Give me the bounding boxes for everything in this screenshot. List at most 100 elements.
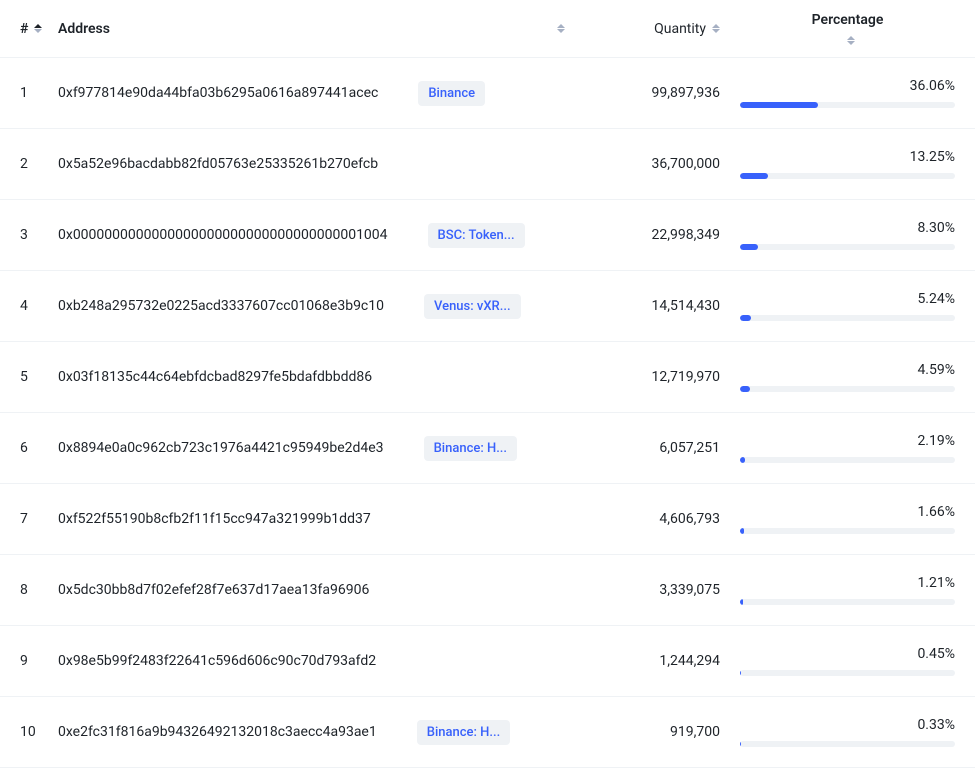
rank-cell: 2 bbox=[0, 156, 50, 172]
quantity-cell: 14,514,430 bbox=[585, 298, 740, 314]
sort-up-icon bbox=[557, 24, 565, 28]
progress-bar bbox=[740, 457, 955, 463]
percentage-cell: 0.33% bbox=[740, 717, 975, 747]
rank-cell: 7 bbox=[0, 511, 50, 527]
quantity-cell: 919,700 bbox=[585, 724, 740, 740]
address-cell: 0x00000000000000000000000000000000000010… bbox=[50, 223, 585, 248]
table-row: 6 0x8894e0a0c962cb723c1976a4421c95949be2d… bbox=[0, 413, 975, 484]
address-text[interactable]: 0x98e5b99f2483f22641c596d606c90c70d793af… bbox=[58, 653, 376, 669]
address-cell: 0x5a52e96bacdabb82fd05763e25335261b270ef… bbox=[50, 156, 585, 172]
address-cell: 0x98e5b99f2483f22641c596d606c90c70d793af… bbox=[50, 653, 585, 669]
progress-fill bbox=[740, 315, 751, 321]
progress-bar bbox=[740, 386, 955, 392]
progress-bar bbox=[740, 173, 955, 179]
progress-fill bbox=[740, 457, 745, 463]
header-quantity[interactable]: Quantity bbox=[585, 21, 740, 37]
percentage-cell: 13.25% bbox=[740, 149, 975, 179]
sort-icon bbox=[557, 24, 565, 33]
address-cell: 0xf522f55190b8cfb2f11f15cc947a321999b1dd… bbox=[50, 511, 585, 527]
address-tag[interactable]: Binance bbox=[418, 81, 485, 106]
percentage-text: 0.45% bbox=[917, 646, 955, 662]
sort-down-icon bbox=[712, 29, 720, 33]
header-rank[interactable]: # bbox=[0, 21, 50, 37]
header-percentage[interactable]: Percentage bbox=[740, 12, 975, 45]
table-header-row: # Address Quantity Percentage bbox=[0, 0, 975, 58]
quantity-cell: 3,339,075 bbox=[585, 582, 740, 598]
progress-bar bbox=[740, 102, 955, 108]
address-tag[interactable]: Binance: H... bbox=[417, 720, 510, 745]
progress-bar bbox=[740, 741, 955, 747]
sort-icon bbox=[847, 36, 855, 45]
header-percentage-label: Percentage bbox=[812, 12, 884, 28]
quantity-cell: 99,897,936 bbox=[585, 85, 740, 101]
address-tag[interactable]: BSC: Token... bbox=[428, 223, 525, 248]
table-row: 30x0000000000000000000000000000000000001… bbox=[0, 200, 975, 271]
rank-cell: 6 bbox=[0, 440, 50, 456]
address-cell: 0xb248a295732e0225acd3337607cc01068e3b9c… bbox=[50, 294, 585, 319]
header-address[interactable]: Address bbox=[50, 21, 585, 37]
address-text[interactable]: 0xb248a295732e0225acd3337607cc01068e3b9c… bbox=[58, 298, 384, 314]
sort-down-icon bbox=[557, 29, 565, 33]
sort-up-icon bbox=[712, 24, 720, 28]
percentage-cell: 2.19% bbox=[740, 433, 975, 463]
address-tag[interactable]: Venus: vXR... bbox=[424, 294, 521, 319]
address-text[interactable]: 0x03f18135c44c64ebfdcbad8297fe5bdafdbbdd… bbox=[58, 369, 372, 385]
percentage-text: 0.33% bbox=[917, 717, 955, 733]
quantity-cell: 12,719,970 bbox=[585, 369, 740, 385]
rank-cell: 9 bbox=[0, 653, 50, 669]
address-text[interactable]: 0xe2fc31f816a9b94326492132018c3aecc4a93a… bbox=[58, 724, 377, 740]
progress-fill bbox=[740, 102, 818, 108]
table-row: 10 0xe2fc31f816a9b94326492132018c3aecc4a9… bbox=[0, 697, 975, 768]
rank-cell: 1 bbox=[0, 85, 50, 101]
address-tag[interactable]: Binance: H... bbox=[424, 436, 517, 461]
sort-down-icon bbox=[34, 29, 42, 33]
percentage-cell: 36.06% bbox=[740, 78, 975, 108]
rank-cell: 5 bbox=[0, 369, 50, 385]
sort-up-icon bbox=[847, 36, 855, 40]
quantity-cell: 36,700,000 bbox=[585, 156, 740, 172]
address-cell: 0x03f18135c44c64ebfdcbad8297fe5bdafdbbdd… bbox=[50, 369, 585, 385]
quantity-cell: 1,244,294 bbox=[585, 653, 740, 669]
address-cell: 0x8894e0a0c962cb723c1976a4421c95949be2d4… bbox=[50, 436, 585, 461]
address-cell: 0xe2fc31f816a9b94326492132018c3aecc4a93a… bbox=[50, 720, 585, 745]
sort-icon bbox=[712, 24, 720, 33]
progress-bar bbox=[740, 528, 955, 534]
progress-fill bbox=[740, 599, 743, 605]
progress-fill bbox=[740, 670, 741, 676]
progress-fill bbox=[740, 244, 758, 250]
sort-up-icon bbox=[34, 24, 42, 28]
table-row: 4 0xb248a295732e0225acd3337607cc01068e3b9… bbox=[0, 271, 975, 342]
percentage-cell: 5.24% bbox=[740, 291, 975, 321]
progress-bar bbox=[740, 670, 955, 676]
address-text[interactable]: 0x00000000000000000000000000000000000010… bbox=[58, 227, 388, 243]
address-text[interactable]: 0xf522f55190b8cfb2f11f15cc947a321999b1dd… bbox=[58, 511, 371, 527]
address-text[interactable]: 0x5a52e96bacdabb82fd05763e25335261b270ef… bbox=[58, 156, 378, 172]
table-body: 1 0xf977814e90da44bfa03b6295a0616a897441a… bbox=[0, 58, 975, 768]
holders-table: # Address Quantity Percentage bbox=[0, 0, 975, 768]
quantity-cell: 22,998,349 bbox=[585, 227, 740, 243]
address-text[interactable]: 0xf977814e90da44bfa03b6295a0616a897441ac… bbox=[58, 85, 378, 101]
table-row: 7 0xf522f55190b8cfb2f11f15cc947a321999b1d… bbox=[0, 484, 975, 555]
table-row: 8 0x5dc30bb8d7f02efef28f7e637d17aea13fa96… bbox=[0, 555, 975, 626]
percentage-text: 4.59% bbox=[917, 362, 955, 378]
progress-fill bbox=[740, 173, 768, 179]
percentage-text: 1.66% bbox=[917, 504, 955, 520]
table-row: 1 0xf977814e90da44bfa03b6295a0616a897441a… bbox=[0, 58, 975, 129]
percentage-cell: 4.59% bbox=[740, 362, 975, 392]
progress-bar bbox=[740, 244, 955, 250]
percentage-cell: 1.66% bbox=[740, 504, 975, 534]
percentage-cell: 0.45% bbox=[740, 646, 975, 676]
rank-cell: 8 bbox=[0, 582, 50, 598]
address-cell: 0x5dc30bb8d7f02efef28f7e637d17aea13fa969… bbox=[50, 582, 585, 598]
table-row: 5 0x03f18135c44c64ebfdcbad8297fe5bdafdbbd… bbox=[0, 342, 975, 413]
address-text[interactable]: 0x8894e0a0c962cb723c1976a4421c95949be2d4… bbox=[58, 440, 384, 456]
progress-bar bbox=[740, 599, 955, 605]
address-text[interactable]: 0x5dc30bb8d7f02efef28f7e637d17aea13fa969… bbox=[58, 582, 369, 598]
rank-cell: 4 bbox=[0, 298, 50, 314]
percentage-cell: 1.21% bbox=[740, 575, 975, 605]
percentage-cell: 8.30% bbox=[740, 220, 975, 250]
sort-icon bbox=[34, 24, 42, 33]
header-quantity-label: Quantity bbox=[654, 21, 706, 37]
rank-cell: 10 bbox=[0, 724, 50, 740]
header-address-label: Address bbox=[58, 21, 110, 37]
